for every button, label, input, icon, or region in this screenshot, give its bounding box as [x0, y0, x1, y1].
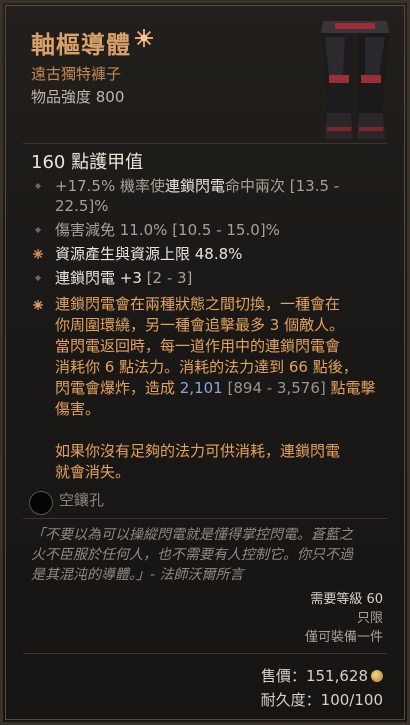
divider: [23, 518, 387, 519]
socket-label: 空鑲孔: [59, 491, 105, 509]
diamond-bullet-icon: [35, 183, 41, 189]
empty-socket-icon: [29, 491, 53, 515]
unique-power-text: 連鎖閃電會在兩種狀態之間切換，一種會在 你周圍環繞，另一種會追擊最多 3 個敵人…: [55, 295, 376, 481]
sell-price: 售價：151,628: [261, 665, 383, 686]
required-level: 需要等級 60: [310, 592, 383, 607]
diamond-bullet-icon: [35, 227, 41, 233]
divider: [23, 143, 387, 144]
gold-coin-icon: [371, 670, 383, 682]
tempered-star-icon: [33, 249, 43, 259]
durability: 耐久度：100/100: [260, 691, 383, 709]
flavor-text: 「不要以為可以操縱閃電就是懂得掌控閃電。蒼藍之 火不臣服於任何人，也不需要有人控…: [31, 527, 353, 583]
affix-resource-generation: 資源產生與資源上限 48.8%: [55, 245, 243, 263]
affix-chain-lightning-chance: +17.5% 機率使連鎖閃電命中兩次 [13.5 - 22.5]%: [55, 177, 340, 215]
divider: [23, 653, 387, 654]
pants-image: [321, 21, 389, 139]
unique-star-icon: [135, 29, 153, 47]
item-type: 遠古獨特褲子: [31, 65, 122, 83]
item-tooltip: 軸樞導體 遠古獨特褲子 物品強度 800 160 點護甲值 +17.5% 機率使…: [0, 0, 410, 725]
affix-chain-lightning-rank: 連鎖閃電 +3 [2 - 3]: [55, 269, 193, 287]
affix-damage-reduction: 傷害減免 11.0% [10.5 - 15.0]%: [55, 221, 280, 239]
armor-value: 160 點護甲值: [31, 152, 144, 173]
unique-power-star-icon: [33, 300, 43, 310]
diamond-bullet-icon: [35, 275, 41, 281]
class-restriction: 只限: [356, 611, 383, 626]
item-power: 物品強度 800: [31, 88, 125, 106]
item-name: 軸樞導體: [31, 31, 131, 59]
equip-limit: 僅可裝備一件: [304, 630, 383, 645]
